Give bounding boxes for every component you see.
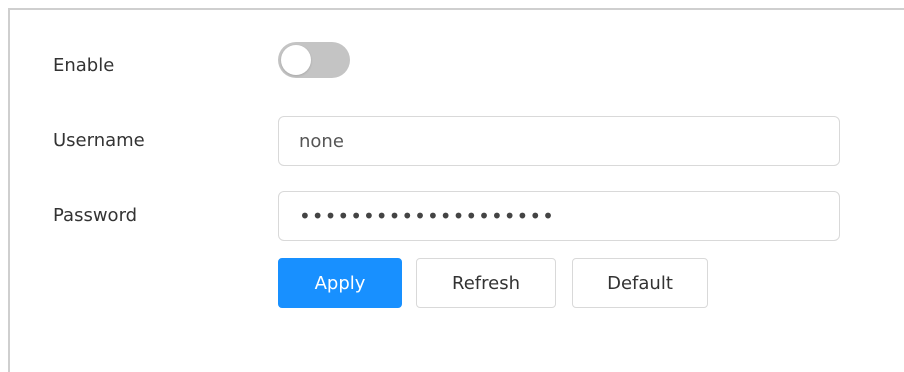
refresh-button[interactable]: Refresh <box>416 258 556 308</box>
password-label: Password <box>53 205 138 226</box>
toggle-knob <box>281 45 311 75</box>
username-input[interactable] <box>278 116 840 166</box>
default-button[interactable]: Default <box>572 258 708 308</box>
username-label: Username <box>53 130 145 151</box>
enable-label: Enable <box>53 55 115 76</box>
apply-button[interactable]: Apply <box>278 258 402 308</box>
enable-toggle[interactable] <box>278 42 350 78</box>
settings-panel: Enable Username Password Apply Refresh D… <box>8 8 904 372</box>
password-input[interactable] <box>278 191 840 241</box>
